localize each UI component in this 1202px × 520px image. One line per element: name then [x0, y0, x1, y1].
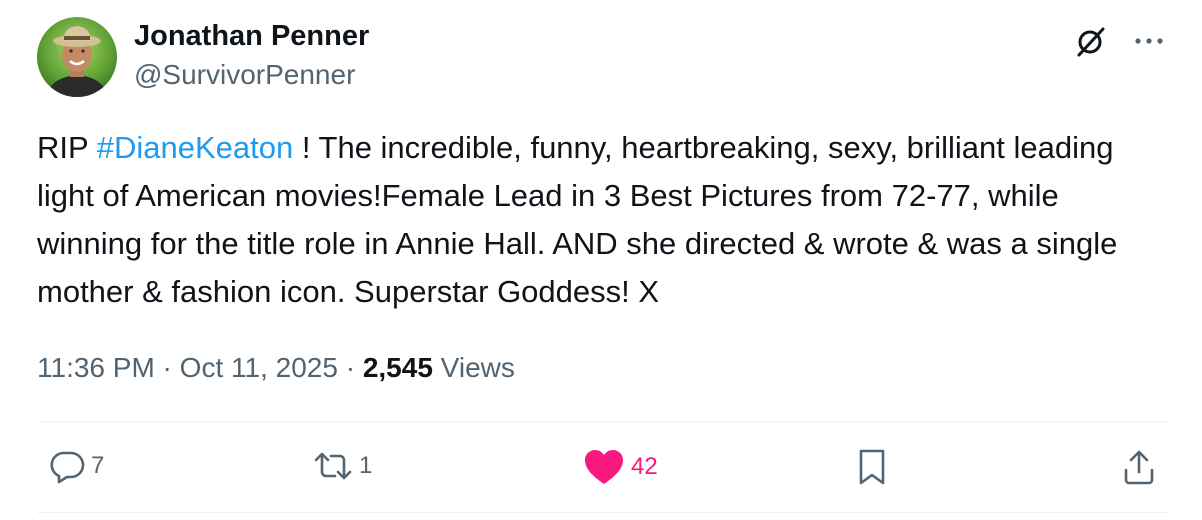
- tweet-card: Jonathan Penner @SurvivorPenner RIP #Dia…: [0, 0, 1202, 520]
- more-icon[interactable]: [1134, 36, 1164, 46]
- meta-separator: ·: [154, 352, 180, 383]
- tweet-date[interactable]: Oct 11, 2025: [180, 352, 338, 383]
- tweet-meta: 11:36 PM · Oct 11, 2025 · 2,545 Views: [37, 348, 515, 388]
- repost-icon: [313, 448, 353, 484]
- grok-icon[interactable]: [1074, 24, 1108, 58]
- tweet-header-actions: [1074, 24, 1164, 58]
- repost-count: 1: [359, 452, 373, 479]
- meta-separator-2: ·: [337, 352, 363, 383]
- like-button[interactable]: 42: [583, 448, 658, 486]
- tweet-actions-bar: 7 1 42: [37, 440, 1167, 500]
- author-display-name[interactable]: Jonathan Penner: [134, 18, 369, 54]
- tweet-time[interactable]: 11:36 PM: [37, 352, 155, 383]
- reply-icon: [49, 448, 85, 484]
- like-count: 42: [631, 453, 658, 480]
- tweet-text: RIP #DianeKeaton ! The incredible, funny…: [37, 124, 1172, 316]
- bookmark-button[interactable]: [856, 448, 888, 486]
- bookmark-icon: [856, 448, 888, 486]
- profile-photo: [37, 17, 117, 97]
- avatar[interactable]: [37, 17, 117, 97]
- hashtag-link[interactable]: #DianeKeaton: [97, 130, 294, 165]
- share-button[interactable]: [1122, 448, 1156, 486]
- repost-button[interactable]: 1: [313, 448, 372, 484]
- heart-icon: [583, 448, 625, 486]
- author-handle[interactable]: @SurvivorPenner: [134, 58, 369, 92]
- share-icon: [1122, 448, 1156, 486]
- views-count: 2,545: [362, 352, 433, 383]
- divider-bottom: [37, 512, 1169, 513]
- author-info: Jonathan Penner @SurvivorPenner: [134, 18, 369, 92]
- reply-button[interactable]: 7: [49, 448, 104, 484]
- divider: [37, 421, 1169, 422]
- tweet-text-prefix: RIP: [37, 130, 97, 165]
- views-label: Views: [432, 352, 515, 383]
- reply-count: 7: [91, 452, 105, 479]
